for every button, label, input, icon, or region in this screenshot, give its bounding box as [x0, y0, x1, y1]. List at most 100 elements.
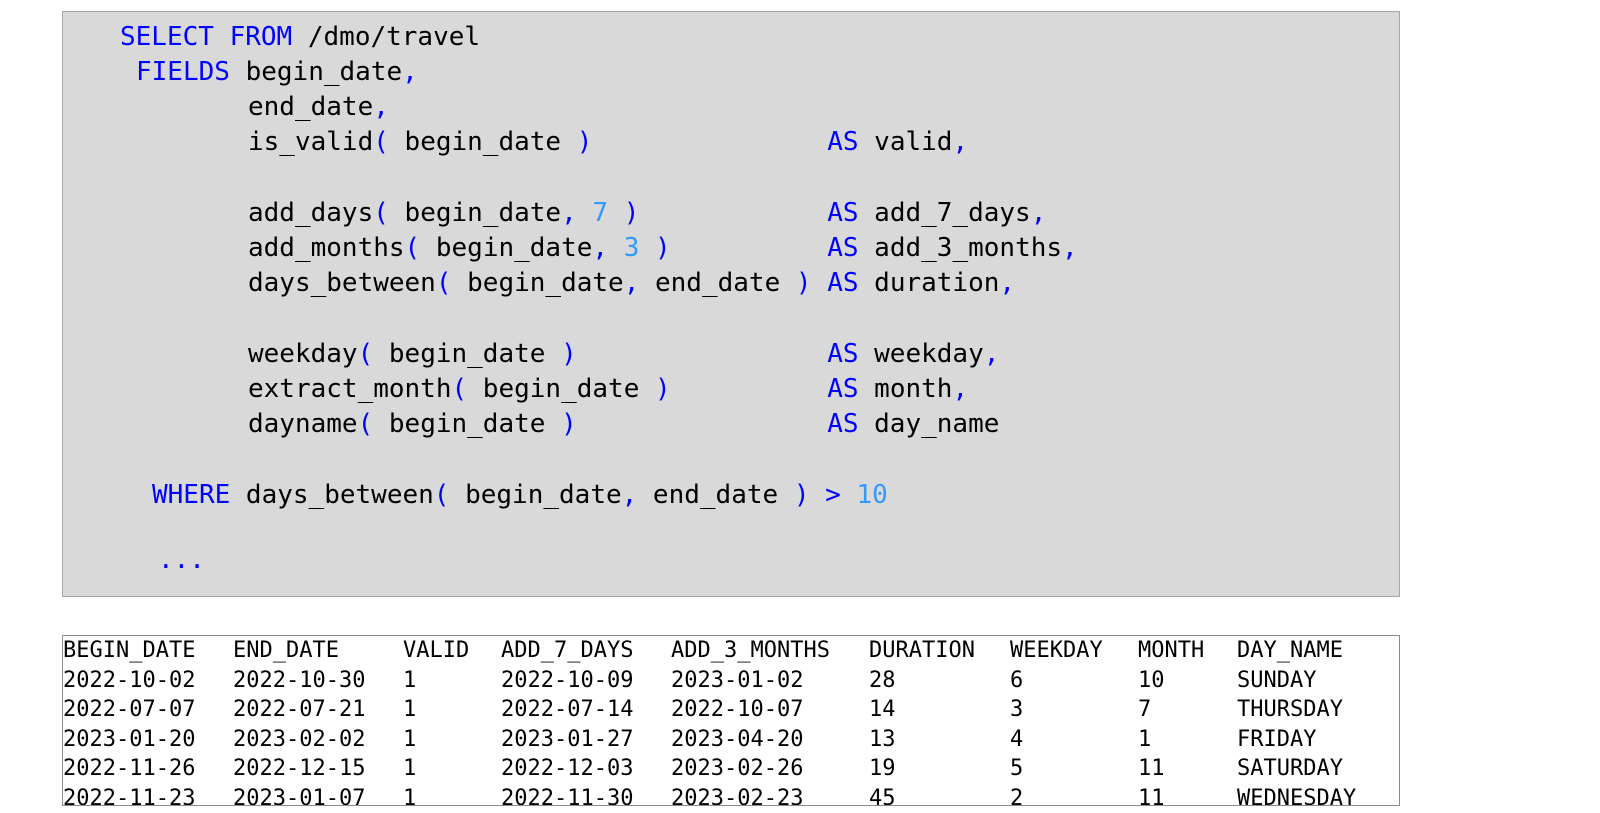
table-cell: 2022-11-30: [501, 785, 634, 806]
table-cell: 2023-01-07: [233, 785, 366, 806]
code-keyword: AS: [827, 374, 859, 404]
table-cell: 28: [869, 667, 896, 693]
code-keyword: AS: [827, 198, 859, 228]
code-text: days_between: [230, 480, 434, 510]
code-keyword: AS: [827, 127, 859, 157]
code-punctuation: ): [623, 198, 640, 228]
code-keyword: AS: [827, 268, 859, 298]
table-cell: 2022-07-07: [63, 697, 196, 722]
code-line: FIELDS begin_date,: [136, 57, 418, 87]
code-punctuation: (: [373, 127, 389, 157]
result-header-row: BEGIN_DATE END_DATE VALID ADD_7_DAYS ADD_3_M…: [63, 636, 1399, 666]
table-cell: 2022-11-26: [63, 756, 196, 781]
column-header: DAY_NAME: [1237, 638, 1343, 663]
code-text: add_months: [248, 233, 405, 263]
table-cell: 10: [1138, 667, 1165, 693]
code-punctuation: ,: [373, 92, 389, 122]
code-keyword: FIELDS: [136, 57, 230, 87]
code-line: SELECT FROM /dmo/travel: [120, 22, 480, 52]
code-punctuation: (: [404, 233, 421, 263]
table-cell: 19: [869, 756, 896, 781]
column-header: ADD_3_MONTHS: [671, 638, 830, 663]
code-punctuation: ,: [621, 480, 638, 510]
table-cell: 2023-04-20: [671, 726, 804, 752]
table-row: 2022-11-23 2023-01-07 1 2022-11-30 2023-02-2…: [63, 784, 1399, 806]
code-punctuation: ): [793, 480, 810, 510]
table-cell: 6: [1010, 667, 1024, 693]
code-punctuation: ,: [1030, 198, 1047, 228]
table-row: 2023-01-20 2023-02-02 1 2023-01-27 2023-04-2…: [63, 725, 1399, 755]
result-table: BEGIN_DATE END_DATE VALID ADD_7_DAYS ADD_3_M…: [62, 635, 1400, 806]
table-cell: 2022-10-02: [63, 667, 196, 693]
code-text: end_date: [248, 92, 374, 122]
table-cell: 2022-10-09: [501, 667, 634, 693]
code-text: valid: [858, 127, 953, 157]
table-cell: 5: [1010, 756, 1024, 781]
code-line: add_days( begin_date, 7 ) AS add_7_days,: [248, 198, 1046, 228]
code-text: begin_date: [373, 339, 562, 369]
code-punctuation: ,: [592, 233, 609, 263]
table-cell: 2022-07-21: [233, 697, 366, 722]
table-cell: 2023-02-26: [671, 756, 804, 781]
code-keyword: AS: [827, 339, 859, 369]
column-header: WEEKDAY: [1010, 638, 1103, 663]
table-cell: 2023-02-23: [671, 785, 804, 806]
column-header: ADD_7_DAYS: [501, 638, 634, 663]
code-text: begin_date: [229, 57, 403, 87]
table-row: 2022-07-07 2022-07-21 1 2022-07-14 2022-10-0…: [63, 695, 1399, 725]
column-header: END_DATE: [233, 638, 339, 663]
code-number: 10: [856, 480, 888, 510]
code-text: add_7_days: [858, 198, 1031, 228]
code-punctuation: ,: [623, 268, 640, 298]
code-punctuation: ,: [983, 339, 1000, 369]
code-punctuation: ,: [952, 127, 969, 157]
code-text: begin_date: [420, 233, 593, 263]
code-text: begin_date: [388, 127, 577, 157]
table-row: 2022-11-26 2022-12-15 1 2022-12-03 2023-02-2…: [63, 754, 1399, 784]
table-cell: SATURDAY: [1237, 756, 1343, 781]
code-punctuation: (: [357, 409, 374, 439]
table-cell: 2022-07-14: [501, 697, 634, 722]
table-cell: 1: [403, 785, 417, 806]
code-punctuation: ,: [952, 374, 969, 404]
code-text: end_date: [637, 480, 794, 510]
code-text: begin_date: [388, 198, 562, 228]
table-cell: 45: [869, 785, 896, 806]
table-cell: 2022-10-07: [671, 697, 804, 722]
table-cell: 11: [1138, 756, 1165, 781]
table-cell: 2022-10-30: [233, 667, 366, 693]
code-keyword: FROM: [229, 22, 293, 52]
code-punctuation: (: [433, 480, 450, 510]
code-keyword: WHERE: [152, 480, 231, 510]
table-cell: 1: [403, 697, 417, 722]
code-text: month: [858, 374, 953, 404]
table-cell: THURSDAY: [1237, 697, 1343, 722]
column-header: DURATION: [869, 638, 975, 663]
table-cell: 2: [1010, 785, 1024, 806]
table-cell: FRIDAY: [1237, 726, 1317, 752]
table-cell: 1: [403, 726, 417, 752]
code-line: is_valid( begin_date ) AS valid,: [248, 127, 968, 157]
code-punctuation: >: [825, 480, 841, 510]
code-punctuation: ): [561, 409, 577, 439]
table-cell: 2022-12-03: [501, 756, 634, 781]
code-line: days_between( begin_date, end_date ) AS …: [248, 268, 1015, 298]
code-block: SELECT FROM /dmo/travel FIELDS begin_date…: [62, 11, 1400, 597]
column-header: BEGIN_DATE: [63, 638, 196, 663]
column-header: VALID: [403, 638, 470, 663]
table-cell: 13: [869, 726, 896, 752]
code-text: end_date: [639, 268, 796, 298]
code-text: /dmo/travel: [292, 22, 481, 52]
code-text: is_valid: [248, 127, 374, 157]
